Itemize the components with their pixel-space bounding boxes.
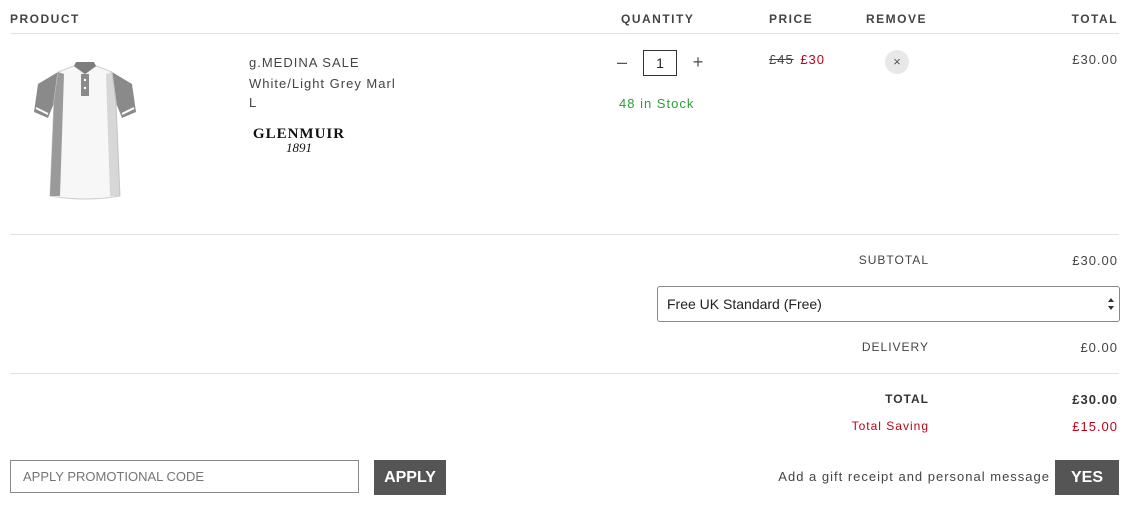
gift-yes-button[interactable]: YES bbox=[1055, 460, 1119, 495]
divider bbox=[10, 234, 1119, 235]
sale-price: £30 bbox=[800, 52, 826, 67]
subtotal-value: £30.00 bbox=[1072, 253, 1118, 268]
product-size: L bbox=[249, 95, 258, 110]
promo-code-input[interactable] bbox=[10, 460, 359, 493]
product-image[interactable] bbox=[30, 62, 140, 202]
line-total: £30.00 bbox=[1072, 52, 1118, 67]
header-quantity: QUANTITY bbox=[621, 12, 695, 26]
delivery-selected-option: Free UK Standard (Free) bbox=[667, 296, 822, 312]
header-product: PRODUCT bbox=[10, 12, 80, 26]
total-saving-value: £15.00 bbox=[1072, 419, 1118, 434]
header-total: TOTAL bbox=[1071, 12, 1118, 26]
total-label: TOTAL bbox=[885, 392, 929, 406]
header-remove: REMOVE bbox=[866, 12, 928, 26]
stock-status: 48 in Stock bbox=[619, 96, 695, 111]
original-price: £45 bbox=[769, 52, 794, 67]
quantity-decrease-button[interactable]: – bbox=[613, 53, 631, 71]
header-price: PRICE bbox=[769, 12, 814, 26]
product-name[interactable]: g.MEDINA SALE bbox=[249, 55, 360, 70]
delivery-label: DELIVERY bbox=[861, 340, 929, 354]
price: £45 £30 bbox=[769, 52, 825, 67]
quantity-increase-button[interactable]: + bbox=[689, 53, 707, 71]
remove-item-button[interactable]: × bbox=[885, 50, 909, 74]
apply-promo-button[interactable]: APPLY bbox=[374, 460, 446, 495]
brand-logo: GLENMUIR 1891 bbox=[249, 126, 349, 156]
delivery-value: £0.00 bbox=[1080, 340, 1118, 355]
product-colour: White/Light Grey Marl bbox=[249, 76, 396, 91]
quantity-input[interactable]: 1 bbox=[643, 50, 677, 76]
polo-shirt-icon bbox=[34, 62, 136, 200]
total-value: £30.00 bbox=[1072, 392, 1118, 407]
total-saving-label: Total Saving bbox=[851, 419, 929, 433]
subtotal-label: SUBTOTAL bbox=[858, 253, 929, 267]
close-icon: × bbox=[893, 54, 901, 69]
select-arrows-icon bbox=[1108, 298, 1114, 310]
gift-receipt-text: Add a gift receipt and personal message bbox=[778, 469, 1050, 484]
divider bbox=[10, 33, 1119, 34]
divider bbox=[10, 373, 1119, 374]
delivery-select[interactable]: Free UK Standard (Free) bbox=[657, 286, 1120, 322]
